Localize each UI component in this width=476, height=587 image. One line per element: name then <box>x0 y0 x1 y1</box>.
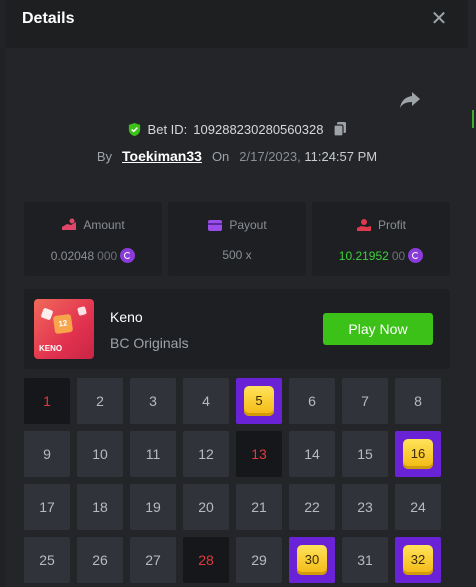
keno-cell-8: 8 <box>395 378 441 424</box>
bet-id-value: 109288230280560328 <box>193 121 324 137</box>
bet-id-row: Bet ID: 109288230280560328 <box>6 121 468 140</box>
keno-cell-7: 7 <box>342 378 388 424</box>
bet-time: 11:24:57 PM <box>304 148 378 164</box>
keno-cell-1: 1 <box>24 378 70 424</box>
keno-cell-30: 30 <box>289 537 335 583</box>
keno-cell-21: 21 <box>236 484 282 530</box>
profit-value-trailing: 00 <box>391 248 406 263</box>
bet-date: 2/17/2023, <box>239 148 301 164</box>
amount-icon <box>62 218 77 230</box>
by-label: By <box>96 148 113 164</box>
keno-cell-29: 29 <box>236 537 282 583</box>
background-scrollbar[interactable] <box>468 0 476 587</box>
amount-value-trailing: 000 <box>97 248 118 263</box>
modal-title: Details <box>22 10 75 27</box>
keno-cell-4: 4 <box>183 378 229 424</box>
profit-hand-icon <box>356 219 371 231</box>
keno-cell-12: 12 <box>183 431 229 477</box>
keno-cell-19: 19 <box>130 484 176 530</box>
bet-timestamp: 2/17/2023, 11:24:57 PM <box>239 149 377 164</box>
keno-cell-28: 28 <box>183 537 229 583</box>
keno-cell-11: 11 <box>130 431 176 477</box>
modal-header: Details ✕ <box>6 0 468 48</box>
keno-cell-14: 14 <box>289 431 335 477</box>
thumbnail-number: 12 <box>52 313 74 335</box>
keno-cell-3: 3 <box>130 378 176 424</box>
keno-thumbnail[interactable]: 12 KENO <box>34 299 94 359</box>
background-accent <box>472 110 474 128</box>
copy-icon[interactable] <box>333 121 347 137</box>
bet-id-label: Bet ID: <box>147 121 188 137</box>
play-now-button[interactable]: Play Now <box>323 313 433 345</box>
cube-decoration <box>40 307 54 321</box>
keno-cell-27: 27 <box>130 537 176 583</box>
amount-label: Amount <box>83 218 125 232</box>
wallet-icon <box>208 219 223 231</box>
keno-cell-16: 16 <box>395 431 441 477</box>
payout-card: Payout 500 x <box>168 202 306 276</box>
profit-label: Profit <box>377 218 406 232</box>
coin-icon <box>408 248 424 263</box>
keno-cell-32: 32 <box>395 537 441 583</box>
keno-cell-10: 10 <box>77 431 123 477</box>
gem-tile: 5 <box>244 386 274 416</box>
keno-cell-20: 20 <box>183 484 229 530</box>
shield-check-icon <box>128 122 140 136</box>
game-subtitle: BC Originals <box>110 335 189 351</box>
game-card: 12 KENO Keno BC Originals Play Now <box>24 289 450 369</box>
amount-value: 0.02048 <box>50 248 95 263</box>
profit-value: 10.21952 <box>338 248 389 263</box>
keno-cell-22: 22 <box>289 484 335 530</box>
keno-cell-2: 2 <box>77 378 123 424</box>
keno-cell-26: 26 <box>77 537 123 583</box>
keno-cell-9: 9 <box>24 431 70 477</box>
keno-cell-5: 5 <box>236 378 282 424</box>
bet-details-modal: Details ✕ Bet ID: 109288230280560328 By … <box>6 0 468 587</box>
on-label: On <box>211 148 230 164</box>
share-icon[interactable] <box>398 90 422 110</box>
keno-cell-31: 31 <box>342 537 388 583</box>
keno-cell-6: 6 <box>289 378 335 424</box>
amount-card: Amount 0.02048 000 <box>24 202 162 276</box>
username-link[interactable]: Toekiman33 <box>122 148 202 164</box>
gem-tile: 32 <box>403 545 433 575</box>
gem-tile: 16 <box>403 439 433 469</box>
coin-icon <box>120 248 136 263</box>
game-title: Keno <box>110 309 143 325</box>
keno-cell-15: 15 <box>342 431 388 477</box>
keno-cell-24: 24 <box>395 484 441 530</box>
keno-cell-23: 23 <box>342 484 388 530</box>
cube-decoration <box>77 306 87 316</box>
keno-cell-17: 17 <box>24 484 70 530</box>
keno-cell-13: 13 <box>236 431 282 477</box>
keno-cell-18: 18 <box>77 484 123 530</box>
bet-stats: Amount 0.02048 000 Payout 500 x Profit 10… <box>24 202 450 276</box>
bet-meta-row: By Toekiman33 On 2/17/2023, 11:24:57 PM <box>6 148 468 164</box>
profit-card: Profit 10.21952 00 <box>312 202 450 276</box>
thumbnail-name: KENO <box>39 344 63 353</box>
keno-cell-25: 25 <box>24 537 70 583</box>
payout-value: 500 x <box>222 248 252 262</box>
gem-tile: 30 <box>297 545 327 575</box>
close-icon[interactable]: ✕ <box>428 8 450 30</box>
payout-label: Payout <box>229 218 267 232</box>
